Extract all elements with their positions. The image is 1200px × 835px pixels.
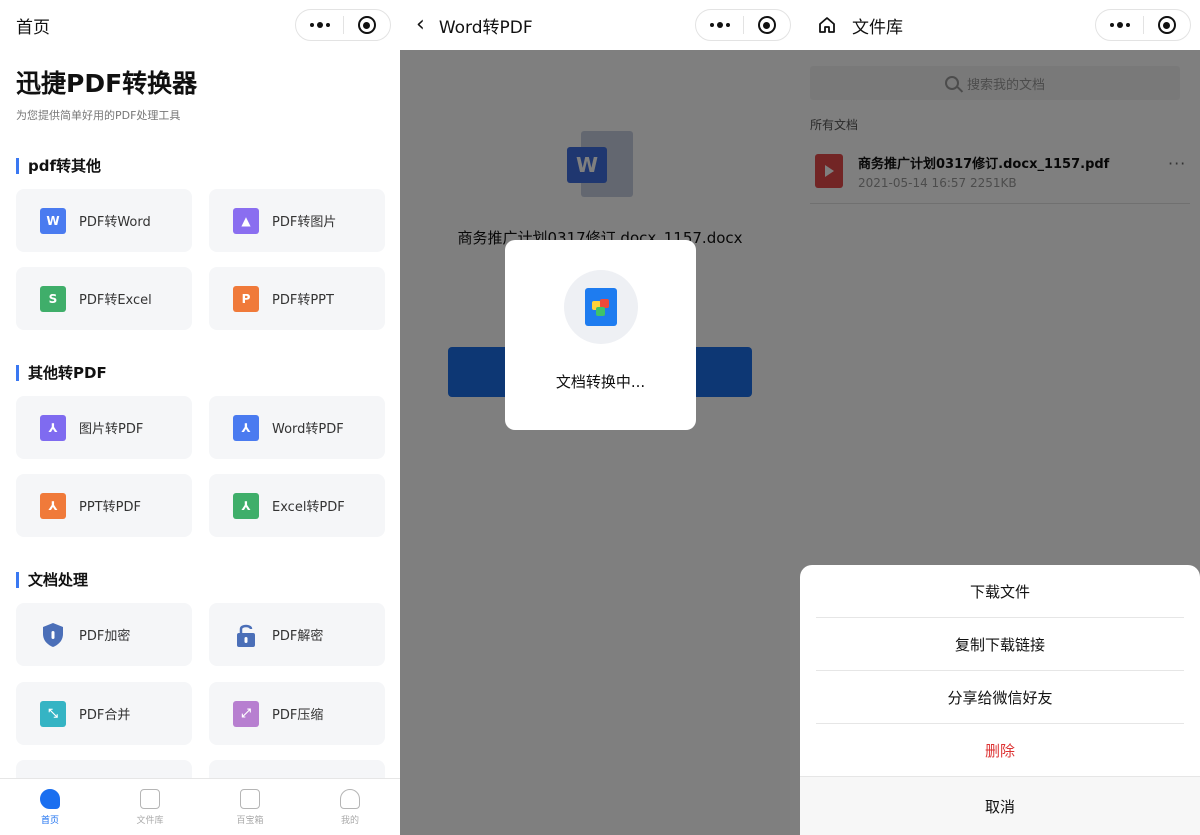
tool-card-pdf-compress[interactable]: ⤢ PDF压缩 [209, 682, 385, 745]
nav-bar: ‹ Word转PDF [400, 0, 800, 50]
tab-toolbox[interactable]: 百宝箱 [200, 779, 300, 835]
word-icon: W [37, 204, 66, 234]
home-icon[interactable] [818, 16, 836, 34]
converting-doc-icon [564, 270, 638, 344]
tool-card-pdf-to-excel[interactable]: S PDF转Excel [16, 267, 192, 330]
nav-title: 首页 [16, 17, 50, 38]
section-title-pdf-to-other: pdf转其他 [16, 158, 101, 174]
tool-card-label: PDF压缩 [272, 708, 324, 723]
tool-card-partial[interactable] [209, 760, 385, 778]
tool-card-partial[interactable] [16, 760, 192, 778]
more-menu-icon[interactable] [696, 10, 743, 40]
delete-option[interactable]: 删除 [816, 724, 1184, 777]
tab-profile[interactable]: 我的 [300, 779, 400, 835]
tool-card-pdf-to-ppt[interactable]: P PDF转PPT [209, 267, 385, 330]
tool-card-label: PDF转Excel [79, 293, 152, 308]
modal-overlay [400, 50, 800, 835]
tab-home[interactable]: 首页 [0, 779, 100, 835]
tab-label: 我的 [340, 815, 359, 826]
tool-card-pdf-merge[interactable]: ⤡ PDF合并 [16, 682, 192, 745]
tool-card-label: PDF转图片 [272, 215, 337, 230]
tool-card-label: PDF合并 [79, 708, 131, 723]
image-icon: ▲ [230, 204, 259, 234]
document-icon [140, 788, 160, 809]
nav-title: 文件库 [852, 17, 903, 38]
close-target-icon[interactable] [1144, 10, 1190, 40]
mini-program-capsule [1095, 9, 1191, 41]
more-menu-icon[interactable] [296, 10, 343, 40]
action-sheet: 下载文件 复制下载链接 分享给微信好友 删除 取消 [800, 565, 1200, 835]
tool-card-label: Excel转PDF [272, 500, 345, 515]
pdf-icon: ⅄ [230, 489, 259, 519]
tool-card-ppt-to-pdf[interactable]: ⅄ PPT转PDF [16, 474, 192, 537]
tool-card-image-to-pdf[interactable]: ⅄ 图片转PDF [16, 396, 192, 459]
share-wechat-option[interactable]: 分享给微信好友 [816, 671, 1184, 724]
nav-bar: 文件库 [800, 0, 1200, 50]
app-title: 迅捷PDF转换器 [16, 69, 198, 98]
tool-card-pdf-decrypt[interactable]: PDF解密 [209, 603, 385, 666]
tool-card-label: PDF解密 [272, 629, 324, 644]
tool-card-label: Word转PDF [272, 422, 344, 437]
ppt-icon: P [230, 282, 259, 312]
file-library-screen: 文件库 搜索我的文档 所有文档 商务推广计划0317修订.docx_1157.p… [800, 0, 1200, 835]
shield-icon [40, 622, 66, 648]
section-title-doc-processing: 文档处理 [16, 572, 88, 588]
more-menu-icon[interactable] [1096, 10, 1143, 40]
user-icon [340, 788, 360, 809]
tool-card-word-to-pdf[interactable]: ⅄ Word转PDF [209, 396, 385, 459]
tab-bar: 首页 文件库 百宝箱 我的 [0, 778, 400, 835]
tab-label: 文件库 [136, 815, 164, 826]
tool-card-label: PDF加密 [79, 629, 131, 644]
home-tab-icon [40, 788, 60, 809]
pdf-icon: ⅄ [37, 411, 66, 441]
nav-bar: 首页 [0, 0, 400, 50]
tab-label: 首页 [40, 815, 59, 826]
mini-program-capsule [695, 9, 791, 41]
loading-dialog: 文档转换中... [505, 240, 696, 430]
loading-text: 文档转换中... [555, 373, 646, 391]
download-file-option[interactable]: 下载文件 [816, 565, 1184, 618]
tool-card-pdf-to-word[interactable]: W PDF转Word [16, 189, 192, 252]
briefcase-icon [240, 788, 260, 809]
close-target-icon[interactable] [344, 10, 390, 40]
back-arrow-icon[interactable]: ‹ [416, 14, 425, 36]
tool-card-label: PPT转PDF [79, 500, 141, 515]
tool-card-label: PDF转Word [79, 215, 151, 230]
compress-icon: ⤢ [230, 697, 259, 727]
word-to-pdf-screen: ‹ Word转PDF W 商务推广计划0317修订.docx_1157.docx… [400, 0, 800, 835]
mini-program-capsule [295, 9, 391, 41]
section-title-other-to-pdf: 其他转PDF [16, 365, 107, 381]
close-target-icon[interactable] [744, 10, 790, 40]
tool-card-label: 图片转PDF [79, 422, 144, 437]
merge-icon: ⤡ [37, 697, 66, 727]
copy-link-option[interactable]: 复制下载链接 [816, 618, 1184, 671]
unlock-icon [233, 622, 259, 648]
home-screen: 首页 迅捷PDF转换器 为您提供简单好用的PDF处理工具 pdf转其他 W PD… [0, 0, 400, 835]
cancel-button[interactable]: 取消 [800, 776, 1200, 835]
tab-file-library[interactable]: 文件库 [100, 779, 200, 835]
tool-card-pdf-to-image[interactable]: ▲ PDF转图片 [209, 189, 385, 252]
pdf-icon: ⅄ [37, 489, 66, 519]
tool-card-pdf-encrypt[interactable]: PDF加密 [16, 603, 192, 666]
nav-title: Word转PDF [438, 17, 533, 38]
pdf-icon: ⅄ [230, 411, 259, 441]
excel-icon: S [37, 282, 66, 312]
tool-card-excel-to-pdf[interactable]: ⅄ Excel转PDF [209, 474, 385, 537]
tool-card-label: PDF转PPT [272, 293, 334, 308]
app-subtitle: 为您提供简单好用的PDF处理工具 [16, 109, 181, 122]
tab-label: 百宝箱 [236, 815, 264, 826]
